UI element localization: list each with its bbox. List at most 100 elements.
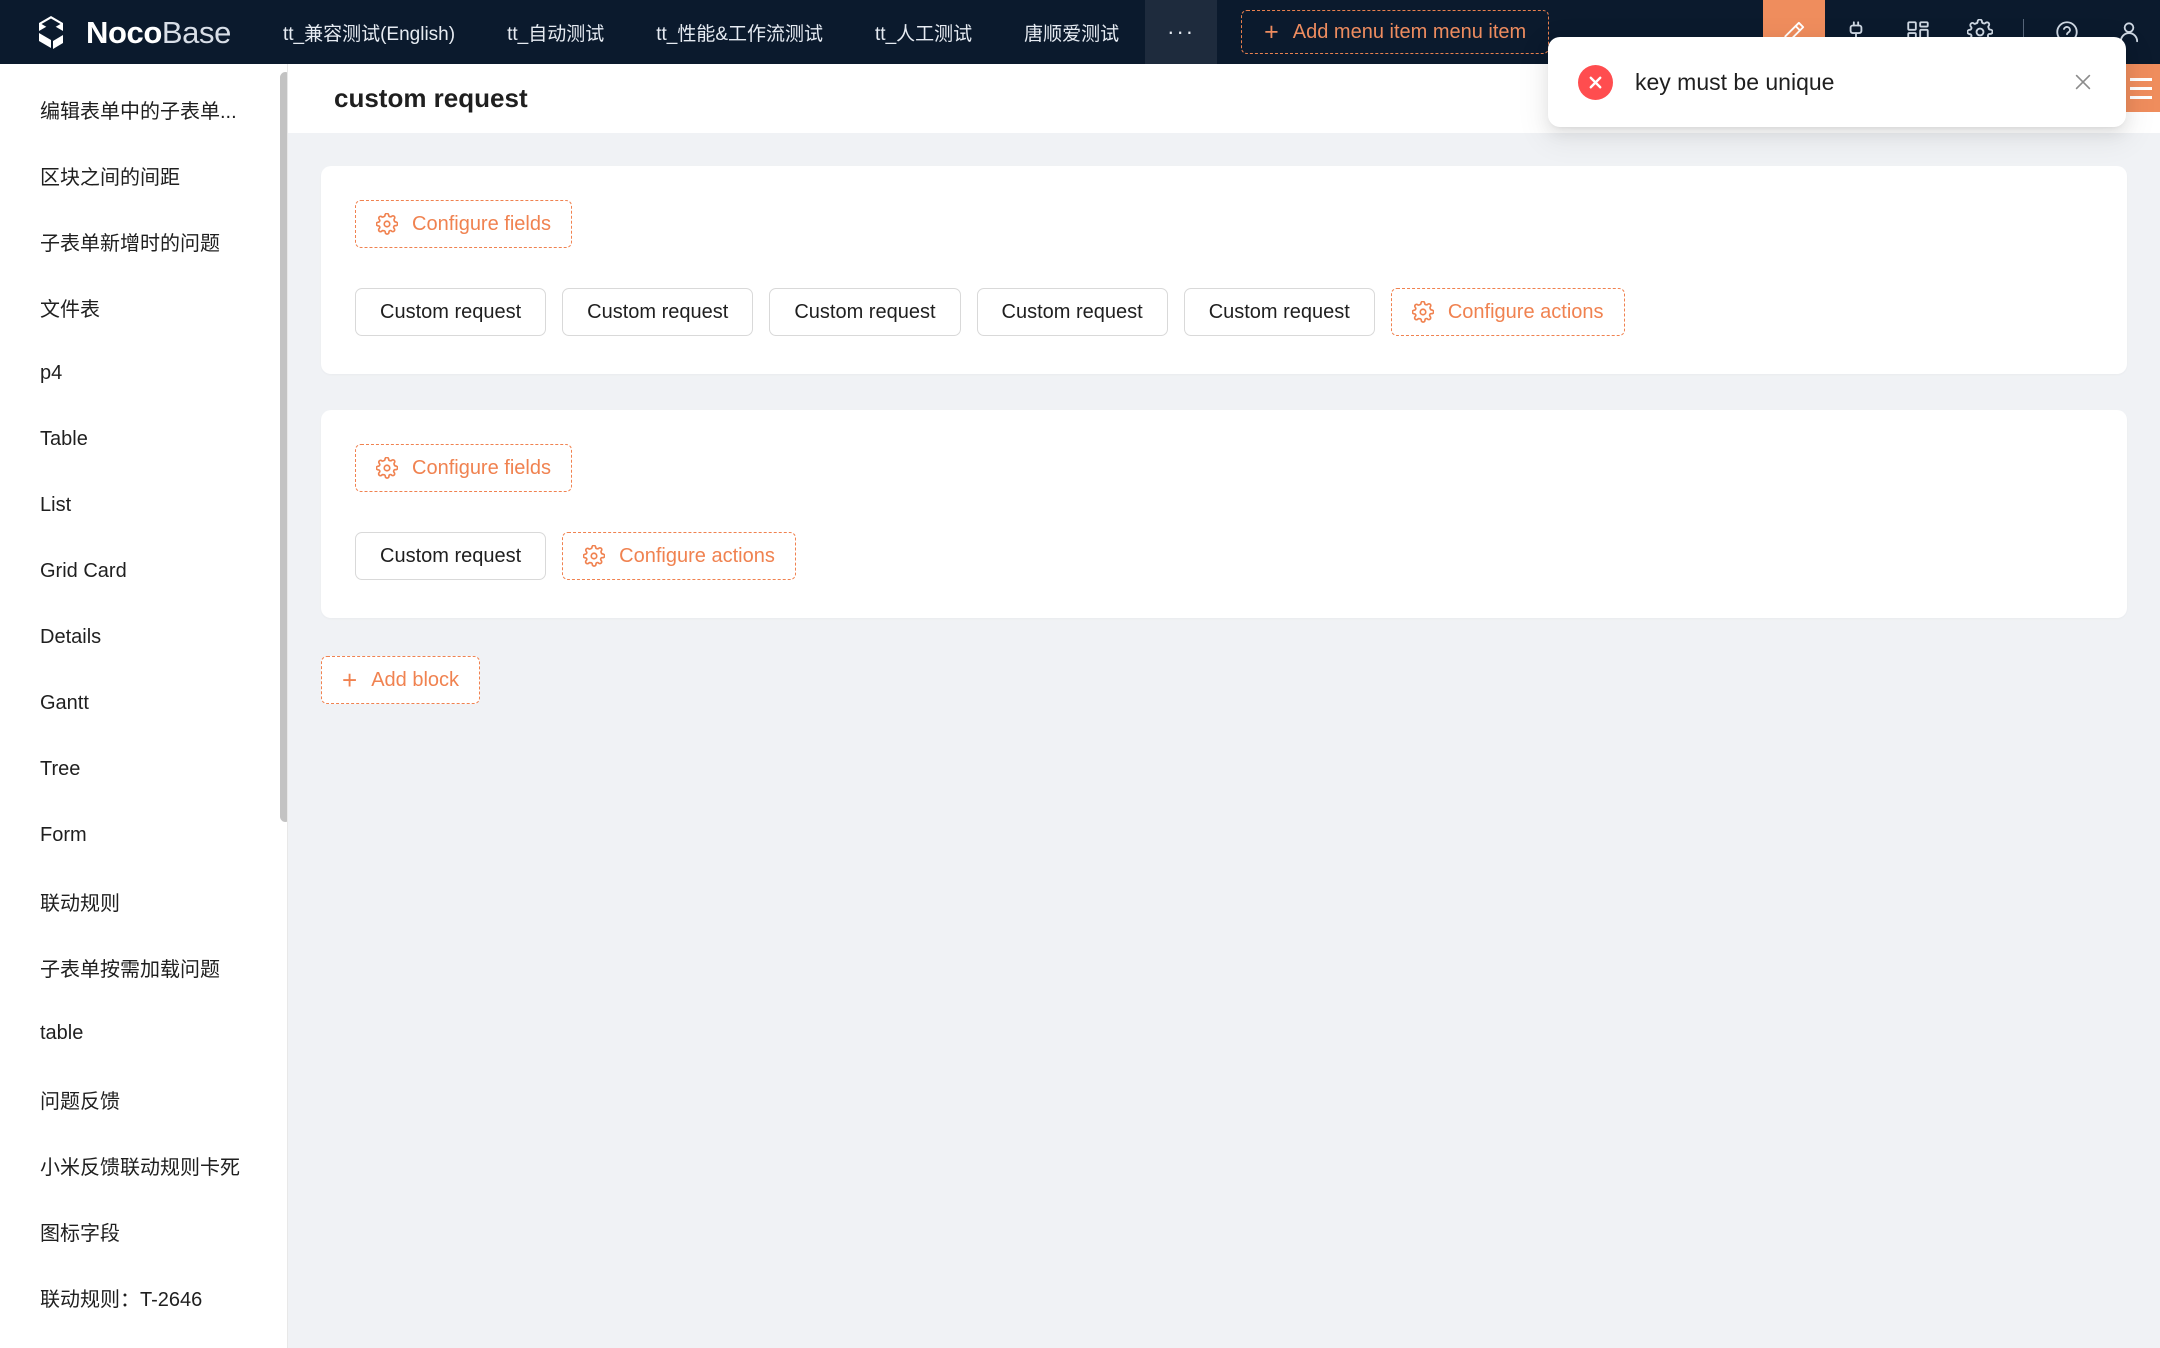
block-card-2: Configure fields Custom request Configur… — [321, 410, 2127, 618]
plus-icon: + — [342, 665, 358, 695]
sidebar-item-label: 联动规则：T-2646 — [40, 1288, 203, 1311]
sidebar-item-label: Form — [40, 823, 87, 846]
sidebar-item-label: 编辑表单中的子表单... — [40, 100, 237, 123]
tab-manual-test[interactable]: tt_人工测试 — [849, 0, 998, 64]
configure-fields-button-2[interactable]: Configure fields — [355, 444, 572, 492]
gear-icon — [1411, 301, 1434, 323]
custom-request-action-button[interactable]: Custom request — [355, 532, 547, 580]
custom-request-action-button[interactable]: Custom request — [355, 288, 547, 336]
configure-actions-button-1[interactable]: Configure actions — [1390, 288, 1625, 336]
custom-request-action-button[interactable]: Custom request — [562, 288, 754, 336]
sidebar-item-9[interactable]: Gantt — [0, 670, 287, 736]
sidebar-item-label: 子表单新增时的问题 — [40, 232, 220, 255]
sidebar-item-15[interactable]: 问题反馈 — [0, 1066, 287, 1132]
sidebar-item-label: p4 — [40, 361, 63, 384]
sidebar-item-label: Table — [40, 427, 88, 450]
sidebar-item-label: Gantt — [40, 691, 89, 714]
block-card-1: Configure fields Custom request Custom r… — [321, 166, 2127, 374]
sidebar-item-13[interactable]: 子表单按需加载问题 — [0, 934, 287, 1000]
configure-fields-button-1[interactable]: Configure fields — [355, 200, 572, 248]
tab-label: tt_自动测试 — [507, 23, 605, 45]
sidebar-item-2[interactable]: 子表单新增时的问题 — [0, 208, 287, 274]
toast-message: key must be unique — [1635, 68, 1835, 95]
action-label: Custom request — [587, 300, 729, 323]
configure-actions-button-2[interactable]: Configure actions — [562, 532, 796, 580]
sidebar-item-8[interactable]: Details — [0, 604, 287, 670]
tab-compat-test[interactable]: tt_兼容测试(English) — [257, 0, 481, 64]
sidebar-item-label: Tree — [40, 757, 81, 780]
tab-tangshunai-test[interactable]: 唐顺爱测试 — [998, 0, 1145, 64]
top-menu-tabs: tt_兼容测试(English) tt_自动测试 tt_性能&工作流测试 tt_… — [257, 0, 1218, 64]
configure-fields-label: Configure fields — [412, 212, 551, 235]
tab-perf-workflow-test[interactable]: tt_性能&工作流测试 — [630, 0, 849, 64]
sidebar-item-label: 小米反馈联动规则卡死 — [40, 1156, 240, 1179]
sidebar-item-16[interactable]: 小米反馈联动规则卡死 — [0, 1132, 287, 1198]
add-block-label: Add block — [371, 668, 460, 691]
tab-auto-test[interactable]: tt_自动测试 — [481, 0, 630, 64]
action-label: Custom request — [380, 544, 522, 567]
plus-icon: + — [1264, 17, 1279, 46]
configure-fields-label: Configure fields — [412, 456, 551, 479]
close-icon[interactable] — [2068, 67, 2098, 97]
sidebar-item-10[interactable]: Tree — [0, 736, 287, 802]
action-label: Custom request — [1001, 300, 1143, 323]
sidebar-item-6[interactable]: List — [0, 472, 287, 538]
sidebar-item-label: 联动规则 — [40, 892, 120, 915]
page-title: custom request — [334, 83, 528, 113]
sidebar-item-11[interactable]: Form — [0, 802, 287, 868]
hamburger-line — [2130, 77, 2152, 81]
main-content-area: custom request Configure fields Custom r… — [288, 64, 2160, 1348]
tab-label: tt_兼容测试(English) — [282, 23, 456, 45]
custom-request-action-button[interactable]: Custom request — [769, 288, 961, 336]
more-tabs-button[interactable]: ··· — [1145, 0, 1218, 64]
sidebar-item-17[interactable]: 图标字段 — [0, 1198, 287, 1264]
action-label: Custom request — [794, 300, 936, 323]
nocobase-cube-logo-icon — [30, 11, 72, 53]
block-actions-row-1: Custom request Custom request Custom req… — [355, 288, 2093, 336]
hamburger-menu-icon-button[interactable] — [2122, 64, 2160, 112]
tab-label: 唐顺爱测试 — [1024, 23, 1120, 45]
error-circle-icon — [1578, 64, 1613, 100]
gear-icon — [583, 545, 606, 567]
sidebar-item-12[interactable]: 联动规则 — [0, 868, 287, 934]
add-menu-item-label: Add menu item menu item — [1292, 20, 1527, 43]
sidebar-item-label: Details — [40, 625, 102, 648]
gear-icon — [376, 213, 398, 235]
custom-request-action-button[interactable]: Custom request — [1183, 288, 1375, 336]
configure-actions-label: Configure actions — [1447, 300, 1604, 323]
gear-icon — [376, 457, 398, 479]
custom-request-action-button[interactable]: Custom request — [976, 288, 1168, 336]
add-menu-item-button[interactable]: + Add menu item menu item — [1241, 10, 1550, 54]
add-block-button[interactable]: + Add block — [321, 656, 481, 704]
tab-label: tt_人工测试 — [875, 23, 973, 45]
sidebar-item-3[interactable]: 文件表 — [0, 274, 287, 340]
sidebar-menu-list: 编辑表单中的子表单... 区块之间的间距 子表单新增时的问题 文件表 p4 Ta… — [0, 64, 287, 1330]
hamburger-line — [2130, 95, 2152, 99]
block-actions-row-2: Custom request Configure actions — [355, 532, 2093, 580]
hamburger-line — [2130, 86, 2152, 90]
sidebar-item-14[interactable]: table — [0, 1000, 287, 1066]
error-toast-notification: key must be unique — [1548, 37, 2126, 127]
sidebar-item-label: 图标字段 — [40, 1222, 120, 1245]
sidebar-scrollbar-thumb[interactable] — [280, 72, 287, 822]
more-tabs-label: ··· — [1167, 19, 1196, 44]
sidebar-item-label: table — [40, 1021, 84, 1044]
brand-name-secondary: Base — [161, 14, 231, 50]
sidebar-item-label: List — [40, 493, 72, 516]
action-label: Custom request — [380, 300, 522, 323]
brand-logo-area[interactable]: NocoBase — [0, 0, 257, 64]
sidebar-item-1[interactable]: 区块之间的间距 — [0, 142, 287, 208]
sidebar-item-4[interactable]: p4 — [0, 340, 287, 406]
add-block-wrapper: + Add block — [321, 654, 2127, 704]
app-root: NocoBase tt_兼容测试(English) tt_自动测试 tt_性能&… — [0, 0, 2160, 1348]
sidebar-item-7[interactable]: Grid Card — [0, 538, 287, 604]
sidebar-item-0[interactable]: 编辑表单中的子表单... — [0, 76, 287, 142]
page-body: Configure fields Custom request Custom r… — [288, 133, 2160, 704]
brand-name: NocoBase — [86, 17, 231, 48]
sidebar-item-label: 子表单按需加载问题 — [40, 958, 220, 981]
action-label: Custom request — [1208, 300, 1350, 323]
sidebar-item-18[interactable]: 联动规则：T-2646 — [0, 1264, 287, 1330]
sidebar-item-5[interactable]: Table — [0, 406, 287, 472]
sidebar-item-label: Grid Card — [40, 559, 127, 582]
sidebar-item-label: 问题反馈 — [40, 1090, 120, 1113]
